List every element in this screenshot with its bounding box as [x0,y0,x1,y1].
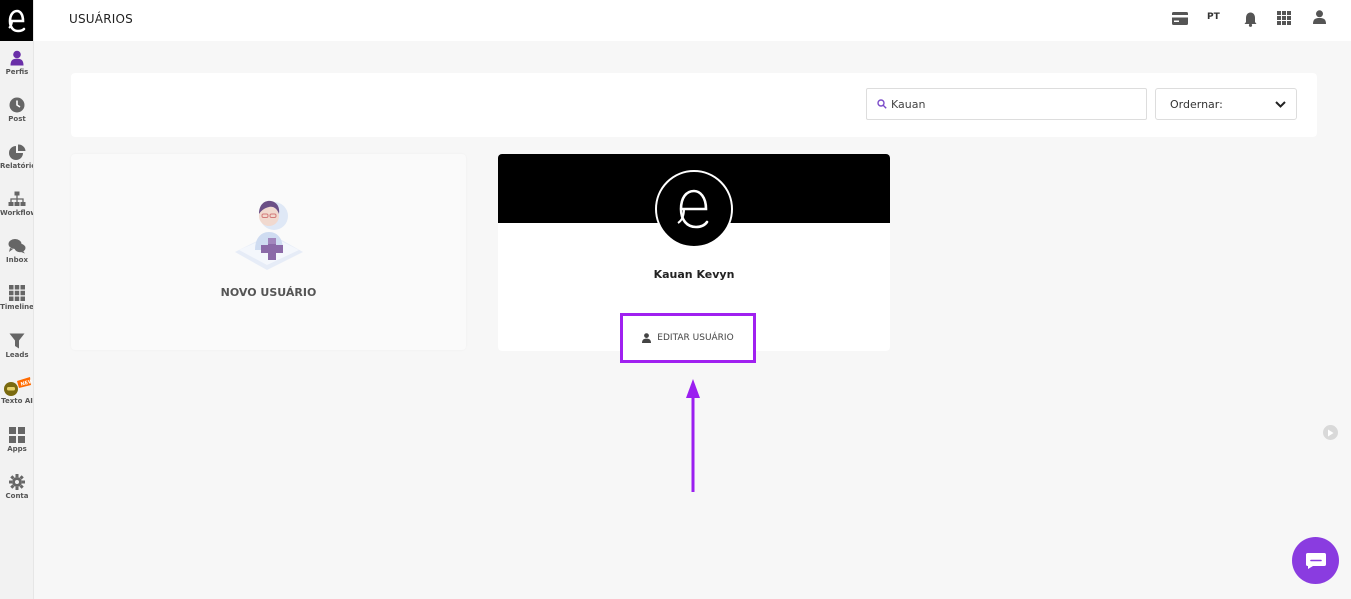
sidebar-item-label: Timeline [0,303,34,311]
sidebar-item-label: Relatórios [0,162,33,170]
sidebar-item-workflows[interactable]: Workflows [0,191,33,231]
avatar [655,170,733,248]
page-title: USUÁRIOS [69,12,133,26]
apps-icon [9,427,25,443]
search-box[interactable] [866,88,1147,120]
edit-user-button[interactable]: EDITAR USUÁRIO [620,313,756,363]
sidebar-item-label: Texto AI [1,397,33,405]
user-icon [10,50,24,66]
pie-chart-icon [8,144,25,160]
chat-icon [8,239,26,254]
user-name: Kauan Kevyn [653,268,735,281]
clock-icon [9,97,25,113]
new-user-illustration-icon [235,200,303,270]
sidebar-item-post[interactable]: Post [0,97,33,137]
bell-icon[interactable] [1244,12,1257,27]
sidebar-item-label: Conta [5,492,29,500]
new-user-card[interactable]: NOVO USUÁRIO [71,154,466,350]
top-bar: USUÁRIOS PT [34,0,1351,41]
edit-user-label: EDITAR USUÁRIO [657,333,734,343]
gear-icon [9,474,25,490]
chevron-down-icon [1275,100,1286,108]
order-select-label: Ordernar: [1170,97,1223,111]
user-card: Kauan Kevyn EDITAR USUÁRIO [498,154,890,363]
filter-icon [9,333,25,349]
sidebar: Perfis Post Relatórios Workflows Inbox T… [0,0,34,599]
sidebar-item-relatorios[interactable]: Relatórios [0,144,33,184]
user-icon [642,333,652,343]
chat-widget-button[interactable] [1292,537,1339,584]
robot-icon: NEW [4,377,32,396]
language-selector[interactable]: PT [1207,12,1220,22]
user-icon[interactable] [1313,10,1326,24]
chat-icon [1305,552,1326,569]
new-user-label: NOVO USUÁRIO [220,286,317,299]
sidebar-item-timeline[interactable]: Timeline [0,285,34,325]
sidebar-item-texto-ai[interactable]: NEW Texto AI [0,375,33,415]
sidebar-item-conta[interactable]: Conta [0,474,33,514]
collapse-handle[interactable] [1323,425,1338,440]
sidebar-item-perfis[interactable]: Perfis [0,50,33,90]
sidebar-item-label: Leads [5,351,29,359]
sidebar-item-leads[interactable]: Leads [0,333,33,373]
annotation-arrow-icon [686,379,700,492]
sidebar-item-label: Apps [7,445,27,453]
sidebar-item-label: Workflows [0,209,33,217]
brand-logo-icon [8,9,26,32]
grid-icon[interactable] [1277,11,1291,25]
sitemap-icon [8,191,26,206]
brand-avatar-icon [677,189,709,229]
credit-card-icon[interactable] [1172,12,1188,25]
search-icon [877,99,887,109]
sidebar-item-label: Inbox [6,256,28,264]
search-input[interactable] [891,97,1131,111]
sidebar-item-inbox[interactable]: Inbox [0,238,33,278]
sidebar-item-label: Post [8,115,26,123]
order-select[interactable]: Ordernar: [1155,88,1297,120]
filter-bar: Ordernar: [71,73,1317,137]
brand-logo[interactable] [0,0,33,41]
sidebar-item-apps[interactable]: Apps [0,427,33,467]
grid-icon [9,285,25,301]
sidebar-item-label: Perfis [5,68,29,76]
play-icon [1328,429,1334,436]
